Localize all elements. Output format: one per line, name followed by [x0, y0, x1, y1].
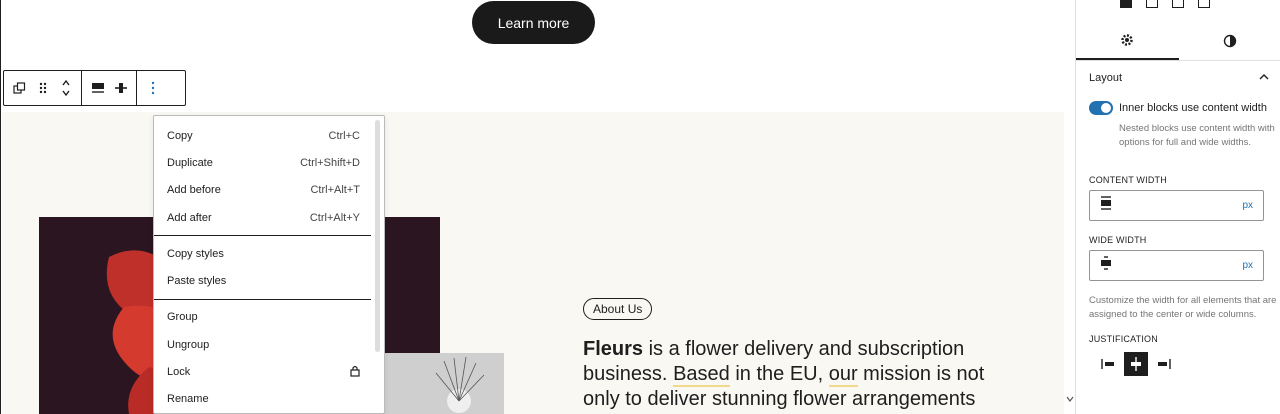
- drag-handle-icon[interactable]: [31, 72, 54, 104]
- gear-icon: [1120, 33, 1134, 51]
- highlighted-word: our: [828, 363, 858, 387]
- highlighted-word: Based: [673, 363, 730, 387]
- width-help-text: Customize the width for all elements tha…: [1089, 295, 1277, 320]
- intro-paragraph[interactable]: Fleurs is a flower delivery and subscrip…: [583, 337, 1023, 412]
- menu-item-group[interactable]: Group: [154, 304, 384, 331]
- dandelion-illustration: [435, 356, 485, 413]
- block-type-icon[interactable]: [1120, 0, 1132, 8]
- grid-icon[interactable]: [1198, 0, 1210, 8]
- wide-width-field[interactable]: px: [1089, 250, 1264, 281]
- align-center-icon[interactable]: [109, 72, 132, 104]
- menu-item-rename[interactable]: Rename: [154, 386, 384, 413]
- dandelion-image[interactable]: [384, 353, 504, 414]
- menu-item-add-before[interactable]: Add before Ctrl+Alt+T: [154, 177, 384, 204]
- toggle-label: Inner blocks use content width: [1119, 102, 1267, 114]
- menu-separator: [154, 235, 371, 237]
- sidebar-top-icons: [1076, 0, 1280, 12]
- content-width-toggle[interactable]: [1089, 101, 1113, 115]
- tab-settings[interactable]: [1076, 25, 1179, 60]
- justification-label: JUSTIFICATION: [1089, 334, 1158, 344]
- about-us-pill[interactable]: About Us: [583, 298, 653, 320]
- menu-item-lock[interactable]: Lock: [154, 358, 384, 385]
- tab-styles[interactable]: [1179, 25, 1280, 60]
- shortcut-duplicate: Ctrl+Shift+D: [300, 156, 360, 169]
- lock-icon: [350, 365, 360, 380]
- toolbar-group-parent: [4, 71, 82, 105]
- shortcut-add-after: Ctrl+Alt+Y: [309, 211, 360, 224]
- chevron-up-icon[interactable]: [1259, 72, 1269, 84]
- menu-item-duplicate[interactable]: Duplicate Ctrl+Shift+D: [154, 149, 384, 176]
- content-width-icon: [1100, 196, 1112, 215]
- sidebar-tabs: [1076, 25, 1280, 61]
- chevron-down-icon[interactable]: [1066, 394, 1074, 405]
- justify-center-icon[interactable]: [1124, 352, 1148, 376]
- brand-name: Fleurs: [583, 338, 644, 360]
- toolbar-group-more: [137, 71, 168, 105]
- menu-item-add-after[interactable]: Add after Ctrl+Alt+Y: [154, 204, 384, 231]
- learn-more-button[interactable]: Learn more: [472, 1, 595, 44]
- paragraph-text: in the EU,: [729, 363, 829, 385]
- content-width-unit[interactable]: px: [1242, 200, 1253, 211]
- menu-item-copy[interactable]: Copy Ctrl+C: [154, 122, 384, 149]
- justify-left-icon[interactable]: [1096, 352, 1120, 376]
- align-wide-icon[interactable]: [86, 72, 109, 104]
- content-width-field[interactable]: px: [1089, 190, 1264, 221]
- toolbar-group-align: [82, 71, 137, 105]
- content-width-label: CONTENT WIDTH: [1089, 175, 1167, 185]
- menu-item-paste-styles[interactable]: Paste styles: [154, 267, 384, 294]
- block-toolbar: [3, 70, 186, 106]
- wide-width-unit[interactable]: px: [1242, 260, 1253, 271]
- menu-item-copy-styles[interactable]: Copy styles: [154, 240, 384, 267]
- duplicate-icon[interactable]: [8, 72, 31, 104]
- shortcut-copy: Ctrl+C: [328, 129, 360, 142]
- toggle-help-text: Nested blocks use content width with opt…: [1119, 123, 1275, 148]
- layout-panel-header[interactable]: Layout: [1089, 72, 1269, 84]
- move-up-down-icon[interactable]: [54, 72, 77, 104]
- shortcut-add-before: Ctrl+Alt+T: [310, 184, 360, 197]
- half-circle-icon: [1223, 34, 1237, 52]
- menu-separator: [154, 298, 371, 300]
- more-options-icon[interactable]: [141, 72, 164, 104]
- layout-panel-title: Layout: [1089, 72, 1123, 84]
- block-options-menu: Copy Ctrl+C Duplicate Ctrl+Shift+D Add bef…: [153, 115, 385, 414]
- menu-item-ungroup[interactable]: Ungroup: [154, 331, 384, 358]
- editor-canvas: Learn more About Us Fleurs is a flower d…: [0, 0, 1075, 414]
- settings-sidebar: Layout Inner blocks use content width Ne…: [1075, 0, 1280, 414]
- justification-controls: [1096, 352, 1176, 376]
- content-width-toggle-row: Inner blocks use content width: [1089, 101, 1274, 115]
- wide-width-label: WIDE WIDTH: [1089, 235, 1147, 245]
- justify-right-icon[interactable]: [1152, 352, 1176, 376]
- stack-icon[interactable]: [1146, 0, 1158, 8]
- menu-scrollbar[interactable]: [375, 120, 380, 352]
- wide-width-icon: [1100, 256, 1112, 275]
- row-icon[interactable]: [1172, 0, 1184, 8]
